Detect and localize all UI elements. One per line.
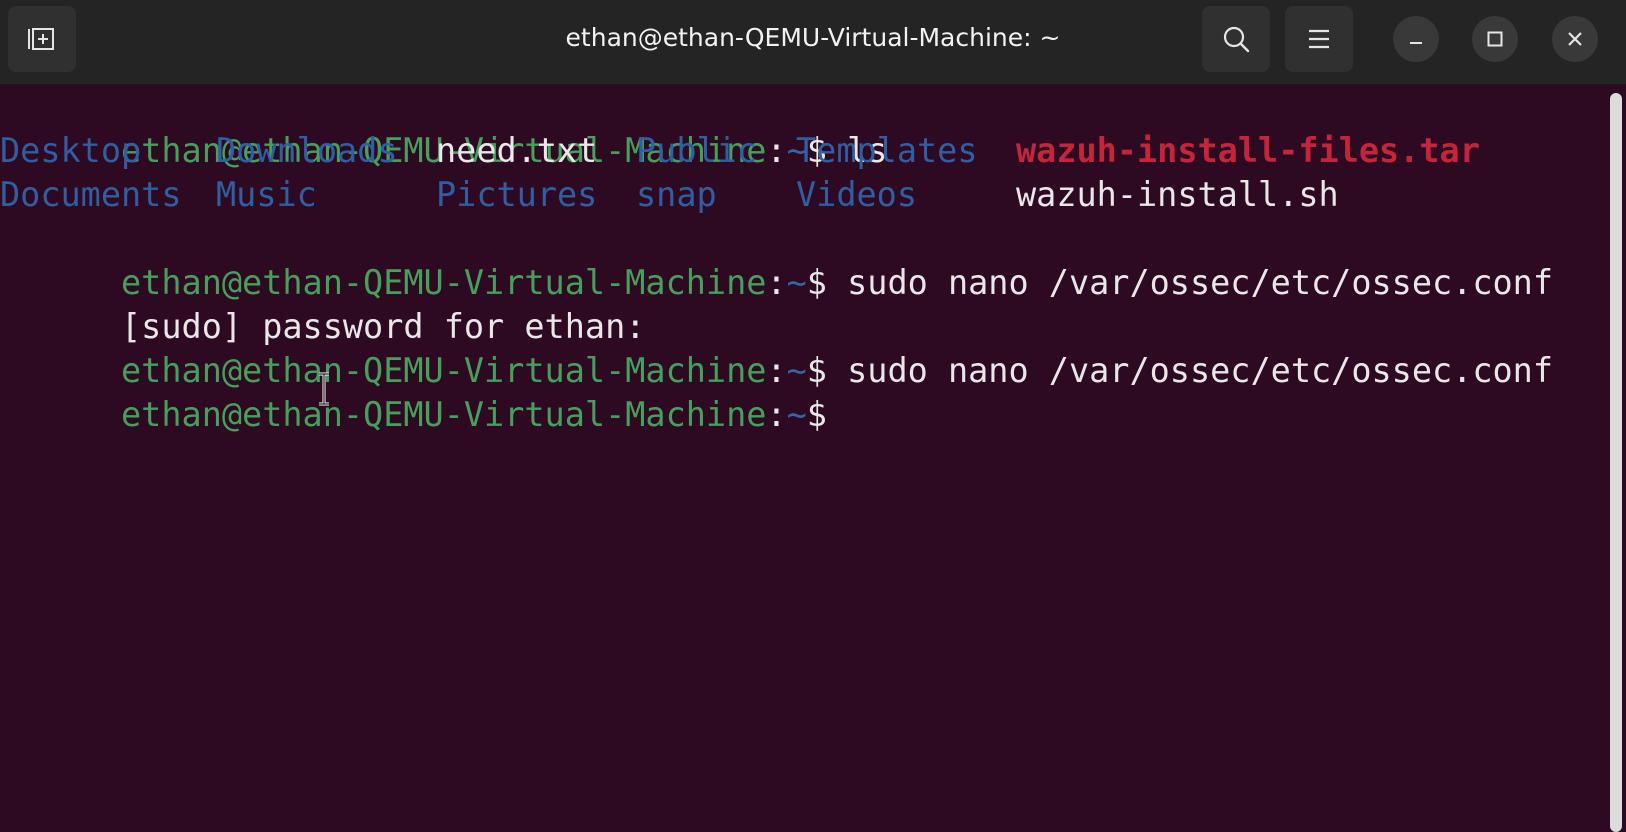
ls-output-row-1: Desktop Downloads need.txt Public Templa…	[0, 129, 1560, 173]
ls-output-row-2: Documents Music Pictures snap Videos waz…	[0, 173, 1560, 217]
terminal-window: ethan@ethan-QEMU-Virtual-Machine: ~ etha…	[0, 0, 1626, 832]
terminal-output[interactable]: ethan@ethan-QEMU-Virtual-Machine:~$ ls D…	[0, 85, 1602, 832]
close-button[interactable]	[1552, 16, 1598, 62]
ls-entry-wazuh-tar: wazuh-install-files.tar	[1016, 131, 1480, 170]
search-icon	[1223, 26, 1250, 53]
ls-entry-downloads: Downloads	[216, 131, 398, 170]
text-cursor-icon	[319, 372, 329, 406]
new-tab-icon	[28, 28, 54, 50]
new-tab-button[interactable]	[8, 6, 76, 72]
title-bar: ethan@ethan-QEMU-Virtual-Machine: ~	[0, 0, 1626, 85]
main-menu-button[interactable]	[1285, 6, 1353, 72]
ls-entry-templates: Templates	[796, 131, 978, 170]
ls-entry-videos: Videos	[796, 175, 918, 214]
hamburger-menu-icon	[1309, 29, 1329, 49]
ls-entry-music: Music	[216, 175, 317, 214]
ls-entry-desktop: Desktop	[0, 131, 142, 170]
ls-entry-pictures: Pictures	[436, 175, 598, 214]
prompt-separator: :	[766, 395, 787, 434]
ls-entry-wazuh-sh: wazuh-install.sh	[1016, 175, 1339, 214]
prompt-dollar: $	[806, 263, 827, 302]
ls-entry-need-txt: need.txt	[436, 131, 598, 170]
minimize-button[interactable]	[1393, 16, 1439, 62]
prompt-separator: :	[766, 263, 787, 302]
command-text: sudo nano /var/ossec/etc/ossec.conf	[826, 351, 1554, 390]
terminal-line-1: ethan@ethan-QEMU-Virtual-Machine:~$ ls	[0, 85, 887, 170]
prompt-path: ~	[786, 263, 807, 302]
window-title: ethan@ethan-QEMU-Virtual-Machine: ~	[565, 23, 1061, 52]
maximize-icon	[1487, 31, 1503, 47]
search-button[interactable]	[1202, 6, 1270, 72]
minimize-icon	[1410, 42, 1422, 44]
close-icon	[1568, 32, 1582, 46]
vertical-scrollbar[interactable]	[1610, 93, 1622, 832]
command-text: sudo nano /var/ossec/etc/ossec.conf	[826, 263, 1554, 302]
ls-entry-public: Public	[636, 131, 758, 170]
terminal-line-7: ethan@ethan-QEMU-Virtual-Machine:~$	[0, 349, 827, 434]
ls-entry-snap: snap	[636, 175, 717, 214]
terminal-line-6: ethan@ethan-QEMU-Virtual-Machine:~$ sudo…	[0, 305, 1553, 390]
ls-entry-documents: Documents	[0, 175, 182, 214]
terminal-line-4: ethan@ethan-QEMU-Virtual-Machine:~$ sudo…	[0, 217, 1553, 302]
prompt-dollar: $	[806, 395, 827, 434]
prompt-path: ~	[786, 395, 807, 434]
prompt-user-host: ethan@ethan-QEMU-Virtual-Machine	[121, 395, 767, 434]
maximize-button[interactable]	[1472, 16, 1518, 62]
terminal-line-5: [sudo] password for ethan:	[0, 261, 645, 346]
